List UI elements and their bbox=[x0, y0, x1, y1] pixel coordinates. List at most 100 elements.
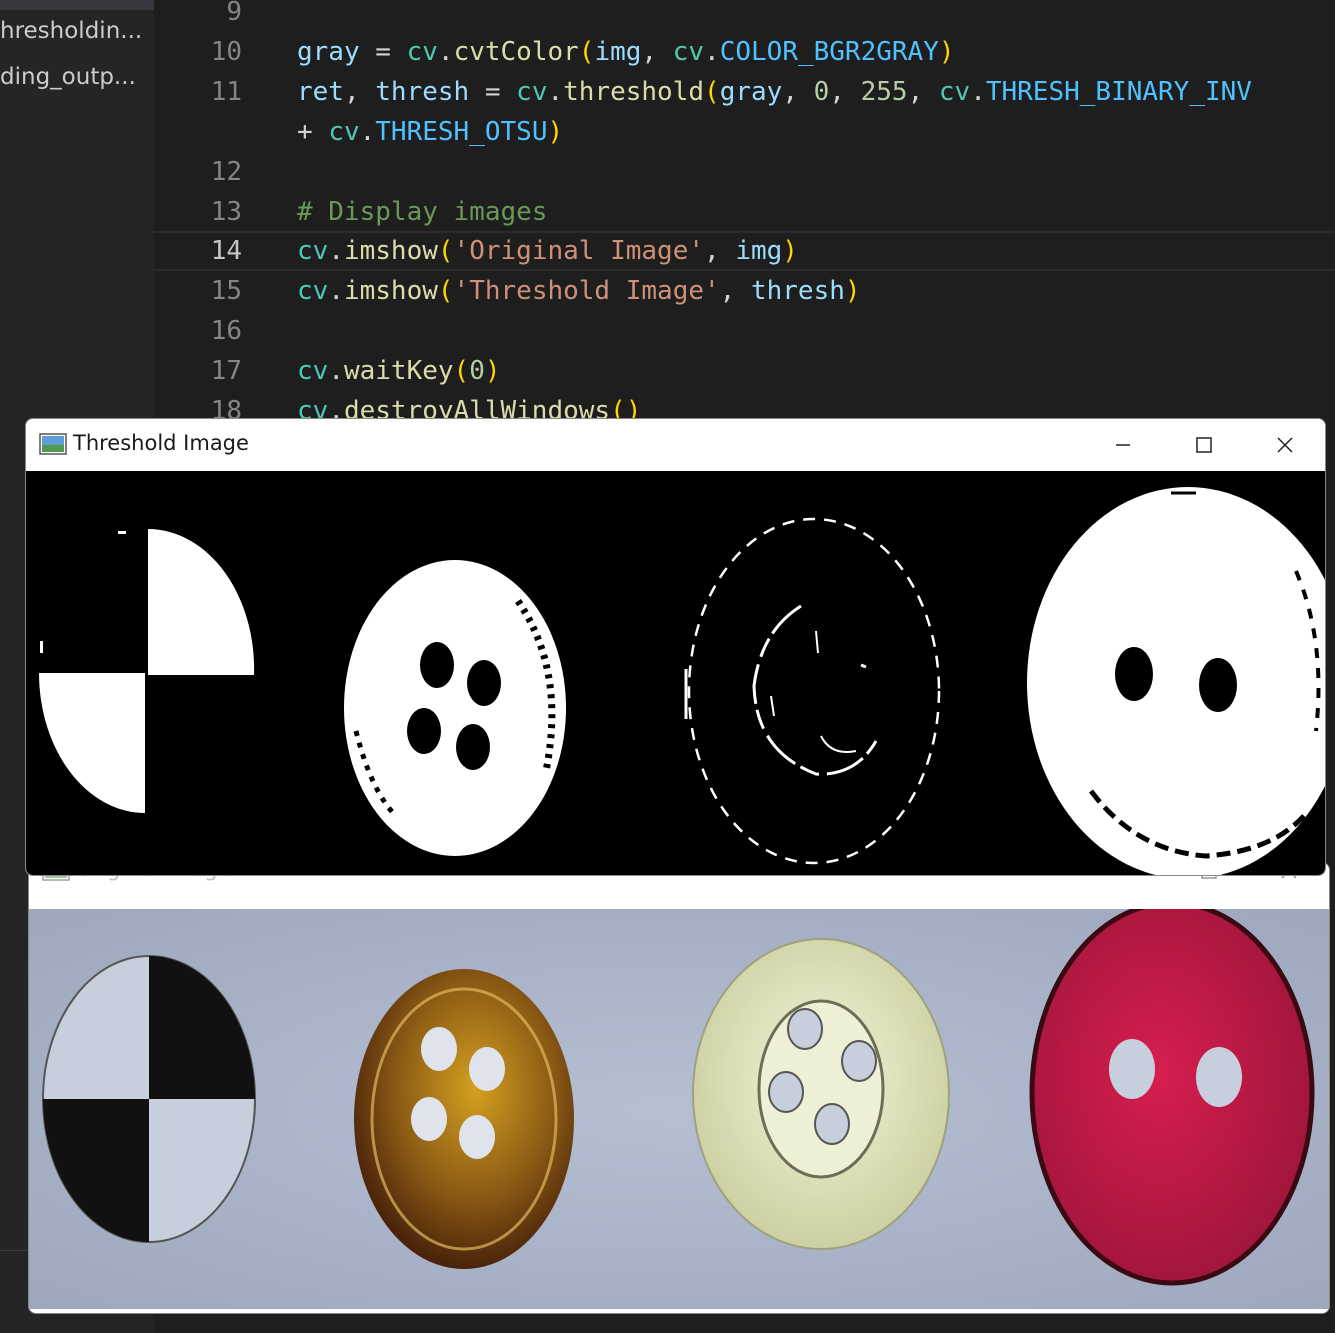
code-line[interactable]: + cv.THRESH_OTSU) bbox=[154, 112, 1335, 152]
code-token: ) bbox=[782, 236, 798, 266]
line-number: 10 bbox=[210, 37, 242, 67]
explorer-file-thresholding[interactable]: hresholdin... bbox=[0, 18, 150, 44]
code-token: , bbox=[829, 77, 861, 107]
code-line[interactable]: 14 cv.imshow('Original Image', img) bbox=[154, 231, 1335, 271]
code-text: # Display images bbox=[297, 192, 547, 232]
code-text: + cv.THRESH_OTSU) bbox=[297, 112, 563, 152]
maximize-icon bbox=[1196, 437, 1212, 453]
code-line[interactable]: 17 cv.waitKey(0) bbox=[154, 351, 1335, 391]
code-token: ) bbox=[938, 37, 955, 67]
threshold-close-button[interactable] bbox=[1245, 419, 1325, 471]
code-token: . bbox=[328, 276, 344, 306]
code-token: . bbox=[704, 37, 720, 67]
code-token: gray bbox=[297, 37, 360, 67]
code-token: . bbox=[328, 236, 344, 266]
explorer-selected-row[interactable] bbox=[0, 0, 154, 10]
code-token: cv bbox=[516, 77, 548, 107]
code-token: img bbox=[594, 37, 642, 67]
code-token: = bbox=[359, 37, 407, 67]
code-token: 0 bbox=[813, 77, 830, 107]
code-token: ) bbox=[484, 356, 501, 386]
code-text: cv.imshow('Threshold Image', thresh) bbox=[297, 271, 861, 311]
code-line[interactable]: 9 bbox=[154, 0, 1335, 32]
cream-button bbox=[692, 938, 950, 1250]
code-text: ret, thresh = cv.threshold(gray, 0, 255,… bbox=[297, 72, 1252, 112]
threshold-minimize-button[interactable] bbox=[1083, 419, 1163, 471]
line-number: 11 bbox=[210, 77, 242, 107]
brown-button-mask bbox=[344, 560, 566, 856]
close-icon bbox=[1277, 437, 1293, 453]
brown-button bbox=[354, 969, 574, 1269]
code-line[interactable]: 11 ret, thresh = cv.threshold(gray, 0, 25… bbox=[154, 72, 1335, 112]
explorer-file-thresholding-output[interactable]: ding_outp... bbox=[0, 64, 150, 90]
code-token: THRESH_BINARY_INV bbox=[985, 77, 1252, 107]
code-token: . bbox=[547, 77, 564, 107]
line-number: 12 bbox=[210, 157, 242, 187]
code-token: threshold bbox=[563, 77, 705, 107]
code-line[interactable]: 16 bbox=[154, 311, 1335, 351]
code-line[interactable]: 18 cv.destroyAllWindows() bbox=[154, 391, 1335, 420]
code-token: ) bbox=[547, 117, 564, 147]
code-token: THRESH_OTSU bbox=[375, 117, 548, 147]
minimize-icon bbox=[1116, 444, 1130, 446]
code-token: ( bbox=[578, 37, 595, 67]
threshold-maximize-button[interactable] bbox=[1164, 419, 1244, 471]
line-number: 17 bbox=[210, 356, 242, 386]
code-token: ( bbox=[704, 77, 720, 107]
code-token: cv bbox=[297, 276, 329, 306]
code-token: . bbox=[437, 37, 454, 67]
code-token: + bbox=[297, 117, 329, 147]
code-text: gray = cv.cvtColor(img, cv.COLOR_BGR2GRA… bbox=[297, 32, 955, 72]
code-token: cv bbox=[297, 396, 329, 420]
code-token: cv bbox=[406, 37, 438, 67]
code-token: = bbox=[469, 77, 517, 107]
threshold-image-title: Threshold Image bbox=[73, 431, 249, 455]
original-image-canvas bbox=[29, 909, 1329, 1309]
line-number: 13 bbox=[210, 197, 242, 227]
line-number: 15 bbox=[210, 276, 242, 306]
code-token: COLOR_BGR2GRAY bbox=[719, 37, 939, 67]
code-token: imshow bbox=[343, 276, 438, 306]
target-button bbox=[42, 955, 256, 1243]
code-line[interactable]: 13 # Display images bbox=[154, 192, 1335, 232]
code-token: cv bbox=[938, 77, 971, 107]
code-token: img bbox=[735, 236, 783, 266]
code-line[interactable]: 15 cv.imshow('Threshold Image', thresh) bbox=[154, 271, 1335, 311]
code-token: , bbox=[719, 276, 751, 306]
code-token: # Display images bbox=[297, 197, 548, 227]
code-token: 'Original Image' bbox=[453, 236, 704, 266]
code-token: waitKey bbox=[343, 356, 454, 386]
code-token: ( bbox=[437, 236, 454, 266]
code-token: ) bbox=[844, 276, 861, 306]
code-line[interactable]: 12 bbox=[154, 152, 1335, 192]
line-number: 18 bbox=[210, 396, 242, 420]
code-token: imshow bbox=[343, 236, 438, 266]
code-token: . bbox=[970, 77, 986, 107]
code-token: . bbox=[328, 356, 344, 386]
code-token: cv bbox=[297, 236, 329, 266]
threshold-image-window[interactable]: Threshold Image bbox=[25, 418, 1326, 876]
code-token: . bbox=[328, 396, 344, 420]
code-line[interactable]: 10 gray = cv.cvtColor(img, cv.COLOR_BGR2G… bbox=[154, 32, 1335, 72]
code-token: ( bbox=[453, 356, 470, 386]
threshold-image-canvas bbox=[26, 471, 1325, 875]
code-text: cv.imshow('Original Image', img) bbox=[297, 233, 798, 269]
code-token: , bbox=[641, 37, 673, 67]
original-image-window[interactable]: Original Image bbox=[28, 862, 1330, 1314]
code-editor[interactable]: 9 10 gray = cv.cvtColor(img, cv.COLOR_BGR2… bbox=[154, 0, 1335, 420]
line-number: 9 bbox=[226, 0, 242, 27]
code-token: 'Threshold Image' bbox=[453, 276, 720, 306]
code-token: () bbox=[610, 396, 642, 420]
code-token: cv bbox=[297, 356, 329, 386]
code-token: thresh bbox=[750, 276, 845, 306]
code-token: 255 bbox=[860, 77, 908, 107]
code-token: gray bbox=[719, 77, 783, 107]
red-button bbox=[1029, 909, 1315, 1286]
code-token: , bbox=[907, 77, 939, 107]
code-token: cv bbox=[672, 37, 705, 67]
code-token: destroyAllWindows bbox=[343, 396, 611, 420]
code-token: , bbox=[343, 77, 376, 107]
threshold-image-titlebar[interactable]: Threshold Image bbox=[26, 419, 1325, 471]
code-text: cv.waitKey(0) bbox=[297, 351, 501, 391]
code-token: . bbox=[359, 117, 376, 147]
